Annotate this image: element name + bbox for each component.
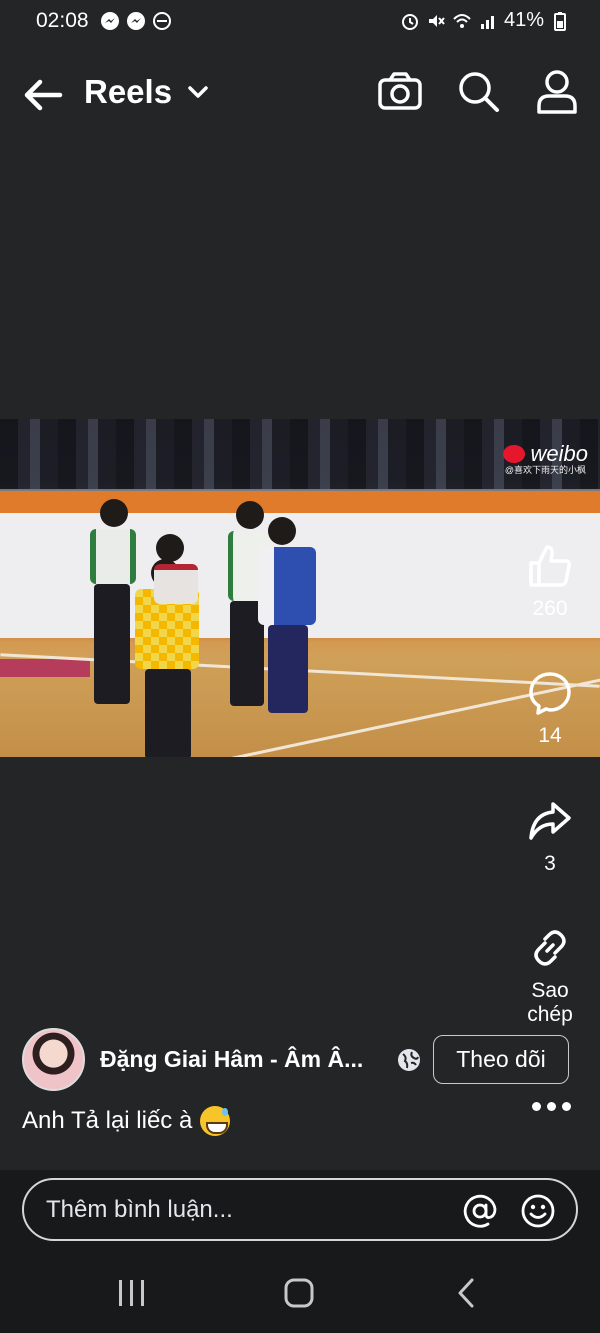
like-button[interactable]: 260 bbox=[514, 543, 586, 621]
emoji-smiley-icon[interactable] bbox=[520, 1193, 556, 1229]
reel-video[interactable]: weibo @喜欢下雨天的小枫 bbox=[0, 419, 600, 757]
status-time: 02:08 bbox=[36, 9, 89, 32]
video-figure bbox=[150, 534, 200, 624]
globe-icon bbox=[398, 1049, 420, 1071]
header: Reels bbox=[0, 56, 600, 132]
author-row: Đặng Giai Hâm - Âm Â... Theo dõi bbox=[22, 1028, 582, 1092]
caption[interactable]: Anh Tả lại liếc à bbox=[22, 1106, 231, 1136]
comment-count: 14 bbox=[538, 724, 562, 747]
share-button[interactable]: 3 bbox=[514, 798, 586, 876]
status-bar: 02:08 41% bbox=[0, 0, 600, 44]
share-count: 3 bbox=[544, 852, 556, 875]
home-icon[interactable] bbox=[282, 1276, 316, 1310]
chevron-down-icon bbox=[188, 86, 208, 98]
video-figure bbox=[88, 499, 138, 709]
video-figure bbox=[258, 517, 320, 717]
copy-link-button[interactable]: Sao chép bbox=[514, 925, 586, 1027]
weibo-watermark-handle: @喜欢下雨天的小枫 bbox=[504, 465, 586, 475]
signal-icon bbox=[480, 15, 494, 29]
follow-button[interactable]: Theo dõi bbox=[433, 1035, 569, 1084]
messenger-icon bbox=[127, 12, 145, 30]
camera-icon[interactable] bbox=[376, 68, 424, 116]
recent-apps-icon[interactable] bbox=[115, 1276, 149, 1310]
thumbs-up-icon bbox=[529, 545, 571, 587]
search-icon[interactable] bbox=[455, 68, 503, 116]
back-nav-icon[interactable] bbox=[450, 1276, 484, 1310]
battery-percent: 41% bbox=[503, 9, 544, 31]
reels-title-dropdown[interactable]: Reels bbox=[84, 73, 210, 111]
mute-icon bbox=[428, 14, 445, 27]
back-arrow-icon[interactable] bbox=[20, 72, 66, 118]
comment-input[interactable]: Thêm bình luận... bbox=[22, 1178, 578, 1241]
do-not-disturb-icon bbox=[153, 12, 171, 30]
alarm-icon bbox=[401, 13, 418, 30]
profile-icon[interactable] bbox=[533, 68, 581, 116]
weibo-logo-icon bbox=[502, 445, 525, 463]
mention-icon[interactable] bbox=[462, 1193, 498, 1229]
more-options-button[interactable] bbox=[528, 1096, 574, 1116]
like-count: 260 bbox=[532, 597, 568, 620]
caption-text: Anh Tả lại liếc à bbox=[22, 1107, 193, 1134]
battery-icon bbox=[554, 11, 566, 31]
wifi-icon bbox=[453, 13, 471, 28]
page-title: Reels bbox=[84, 73, 173, 110]
system-navigation-bar bbox=[0, 1252, 600, 1333]
share-arrow-icon bbox=[529, 802, 571, 840]
comment-placeholder: Thêm bình luận... bbox=[46, 1196, 233, 1223]
messenger-icon bbox=[101, 12, 119, 30]
comment-button[interactable]: 14 bbox=[514, 670, 586, 748]
author-name[interactable]: Đặng Giai Hâm - Âm Â... bbox=[100, 1046, 363, 1073]
copy-link-label: Sao chép bbox=[527, 979, 573, 1026]
link-icon bbox=[534, 930, 566, 966]
avatar[interactable] bbox=[22, 1028, 85, 1091]
more-dots-icon bbox=[531, 1101, 541, 1111]
comment-bar: Thêm bình luận... bbox=[0, 1170, 600, 1252]
sweat-smile-emoji-icon bbox=[200, 1106, 231, 1136]
comment-bubble-icon bbox=[529, 672, 571, 715]
